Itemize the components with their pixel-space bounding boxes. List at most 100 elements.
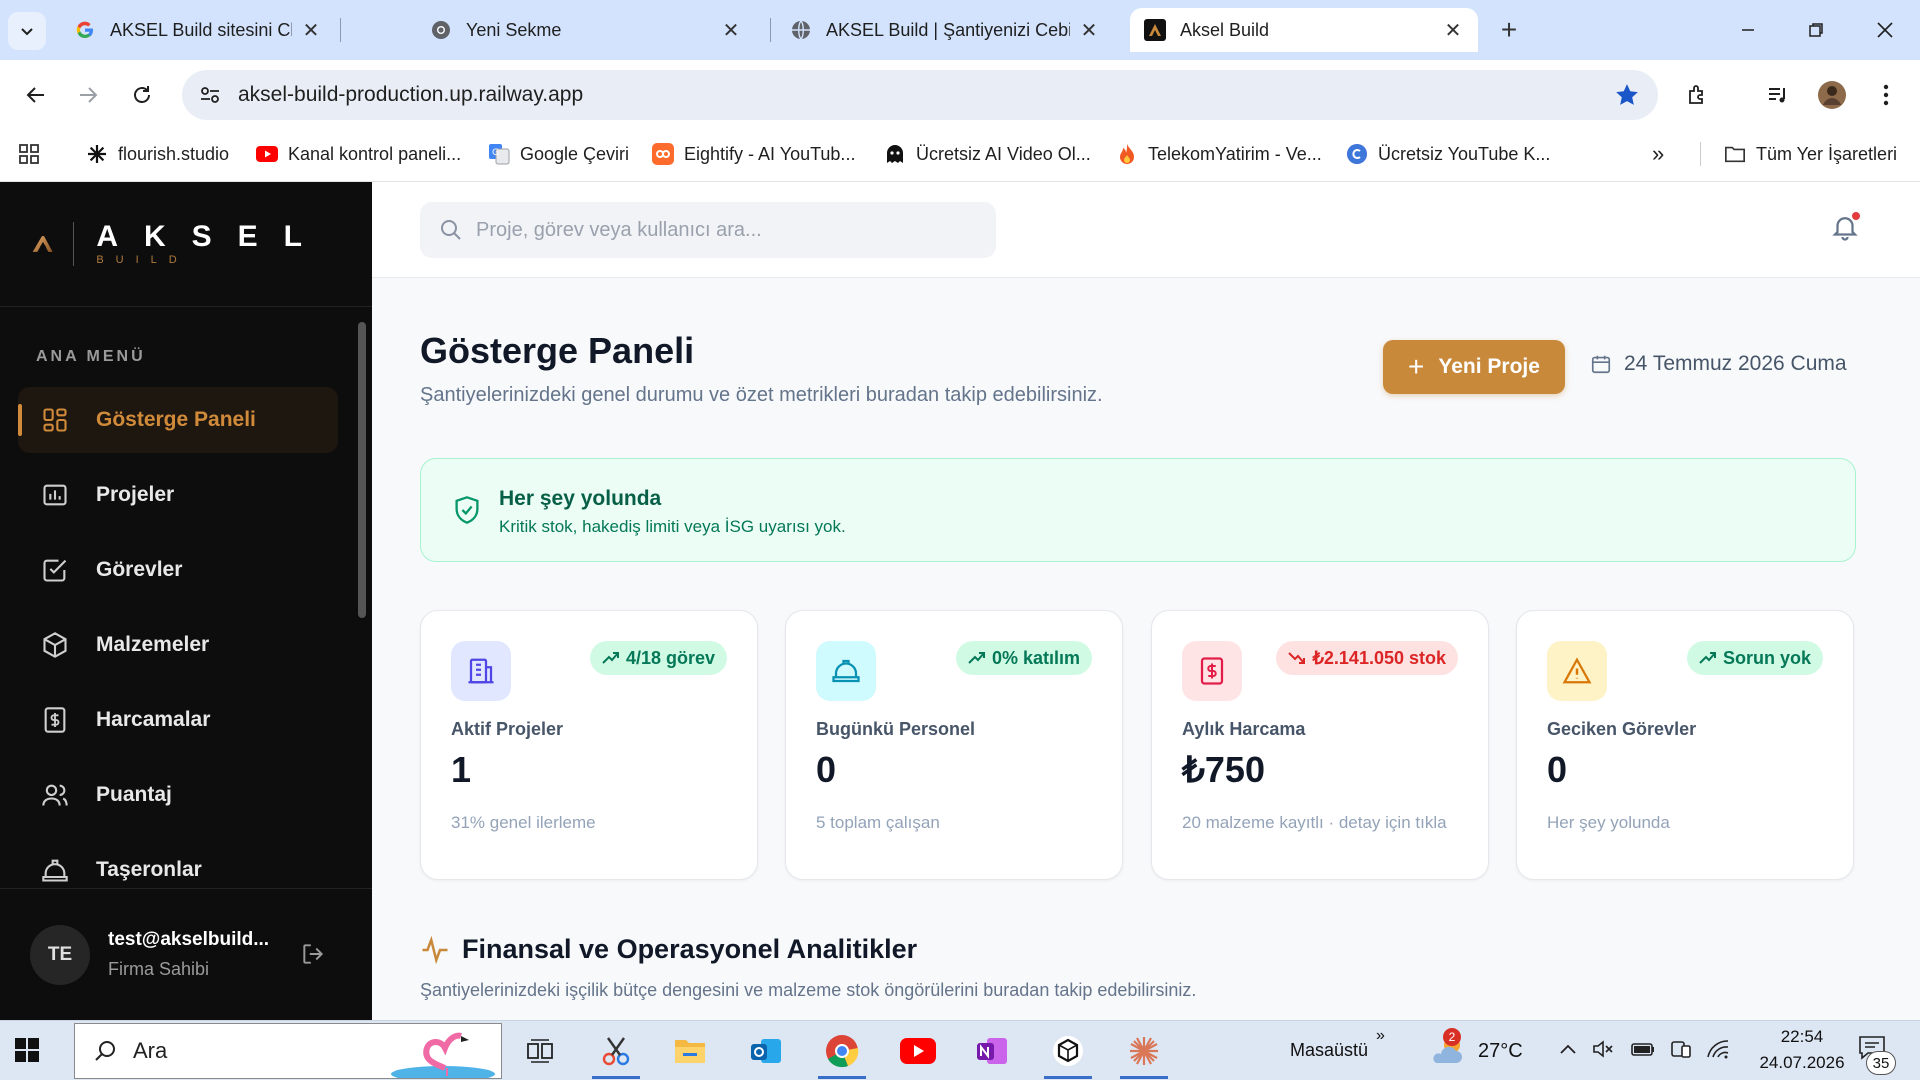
url-text: aksel-build-production.up.railway.app — [238, 83, 584, 106]
scissors-icon — [602, 1037, 630, 1066]
bookmark-label: Kanal kontrol paneli... — [288, 143, 462, 164]
taskbar-app-chatgpt[interactable] — [1042, 1029, 1094, 1079]
sidebar-item-projects[interactable]: Projeler — [18, 462, 338, 528]
apps-button[interactable] — [18, 140, 40, 168]
taskbar-app-chrome[interactable] — [816, 1029, 868, 1079]
avatar[interactable]: TE — [30, 925, 90, 985]
clock-date[interactable]: 24.07.2026 — [1742, 1053, 1862, 1073]
aksel-logo[interactable]: AKSEL BUILD — [32, 218, 328, 270]
extensions-button[interactable] — [1678, 75, 1718, 115]
windows-taskbar: Ara Masaüstü » 2 27°C 22:54 24.07.2026 3… — [0, 1020, 1920, 1080]
stat-label: Geciken Görevler — [1547, 719, 1697, 739]
restore-button[interactable] — [1793, 12, 1839, 48]
bookmark-item[interactable]: Ücretsiz YouTube K... — [1346, 140, 1550, 168]
stat-card-today-personnel[interactable]: 0% katılım Bugünkü Personel 0 5 toplam ç… — [785, 610, 1123, 880]
sidebar-item-materials[interactable]: Malzemeler — [18, 612, 338, 678]
globe-icon — [790, 19, 812, 41]
browser-tab[interactable]: AKSEL Build sitesini Chrome'da ✕ — [60, 8, 336, 52]
back-button[interactable] — [16, 75, 56, 115]
sidebar-item-label: Taşeronlar — [96, 858, 202, 881]
bookmark-item[interactable]: Ücretsiz AI Video Ol... — [884, 140, 1091, 168]
taskbar-app-onenote[interactable] — [966, 1029, 1018, 1073]
search-box[interactable] — [420, 202, 996, 258]
browser-tab[interactable]: Yeni Sekme ✕ — [416, 8, 756, 52]
taskbar-app-claude[interactable] — [1118, 1029, 1170, 1079]
trend-up-icon — [602, 652, 619, 664]
stat-card-monthly-expense[interactable]: ₺2.141.050 stok Aylık Harcama ₺750 20 ma… — [1151, 610, 1489, 880]
svg-text:G: G — [492, 148, 499, 158]
all-bookmarks-button[interactable]: Tüm Yer İşaretleri — [1724, 140, 1897, 168]
toolbar-expand-icon[interactable]: » — [1376, 1027, 1385, 1045]
taskbar-app-explorer[interactable] — [664, 1029, 716, 1073]
profile-button[interactable] — [1812, 75, 1852, 115]
activity-icon — [422, 935, 448, 964]
date-text: 24 Temmuz 2026 Cuma — [1624, 352, 1847, 375]
bookmark-label: Tüm Yer İşaretleri — [1756, 143, 1898, 164]
apps-grid-icon — [19, 144, 39, 164]
taskbar-task-view[interactable] — [514, 1029, 566, 1073]
site-info-icon[interactable] — [198, 83, 222, 107]
browser-tab[interactable]: AKSEL Build | Şantiyenizi Cebinize ✕ — [776, 8, 1114, 52]
browser-tab-active[interactable]: Aksel Build ✕ — [1130, 8, 1478, 52]
analytics-section-title: Finansal ve Operasyonel Analitikler — [420, 934, 917, 965]
stat-value: 0 — [816, 749, 837, 790]
new-tab-button[interactable]: + — [1493, 14, 1525, 46]
chevron-up-icon[interactable] — [1558, 1039, 1578, 1059]
search-icon — [441, 220, 461, 240]
eightify-icon — [652, 143, 674, 165]
speaker-muted-icon[interactable] — [1592, 1039, 1614, 1059]
search-input[interactable] — [476, 218, 976, 242]
reload-button[interactable] — [122, 75, 162, 115]
close-icon[interactable]: ✕ — [1442, 19, 1464, 42]
minimize-button[interactable] — [1725, 12, 1771, 48]
taskbar-search[interactable]: Ara — [74, 1023, 502, 1079]
sidebar-item-expenses[interactable]: Harcamalar — [18, 687, 338, 753]
address-bar[interactable]: aksel-build-production.up.railway.app — [182, 70, 1658, 120]
stat-note: Her şey yolunda — [1547, 813, 1670, 832]
clock-time[interactable]: 22:54 — [1762, 1027, 1842, 1047]
user-profile: TE test@akselbuild... Firma Sahibi — [0, 888, 372, 1020]
grid-icon — [40, 405, 70, 435]
start-button[interactable] — [14, 1037, 40, 1063]
logout-button[interactable] — [300, 941, 326, 967]
taskbar-app-snipping[interactable] — [590, 1029, 642, 1079]
tab-search-button[interactable] — [8, 12, 46, 50]
bookmark-star-icon[interactable] — [1614, 82, 1640, 108]
bookmark-item[interactable]: G Google Çeviri — [488, 140, 629, 168]
stat-badge-text: 0% katılım — [991, 647, 1080, 668]
bookmark-item[interactable]: Eightify - AI YouTub... — [652, 140, 855, 168]
sidebar-item-attendance[interactable]: Puantaj — [18, 762, 338, 828]
media-controls-button[interactable] — [1758, 75, 1798, 115]
stat-card-delayed-tasks[interactable]: Sorun yok Geciken Görevler 0 Her şey yol… — [1516, 610, 1854, 880]
menu-heading: ANA MENÜ — [36, 348, 146, 365]
new-project-button[interactable]: + Yeni Proje — [1383, 340, 1565, 394]
wifi-icon[interactable] — [1706, 1039, 1730, 1059]
close-window-button[interactable] — [1862, 12, 1908, 48]
stat-card-active-projects[interactable]: 4/18 görev Aktif Projeler 1 31% genel il… — [420, 610, 758, 880]
battery-icon[interactable] — [1630, 1039, 1656, 1059]
analytics-title-text: Finansal ve Operasyonel Analitikler — [462, 934, 918, 964]
close-icon[interactable]: ✕ — [720, 19, 742, 42]
minimize-icon — [1742, 29, 1754, 31]
bookmarks-bar: flourish.studio Kanal kontrol paneli... … — [0, 126, 1920, 182]
taskbar-app-outlook[interactable] — [740, 1029, 792, 1073]
flamingo-illustration-icon — [391, 1032, 495, 1078]
bookmark-item[interactable]: TelekomYatirim - Ve... — [1116, 140, 1322, 168]
forward-button[interactable] — [68, 75, 108, 115]
bookmark-item[interactable]: Kanal kontrol paneli... — [256, 140, 461, 168]
close-icon[interactable]: ✕ — [1078, 19, 1100, 42]
browser-menu-button[interactable] — [1866, 75, 1906, 115]
more-bookmarks-button[interactable]: » — [1652, 140, 1664, 168]
desktop-toolbar-label[interactable]: Masaüstü — [1290, 1040, 1368, 1061]
phone-link-icon[interactable] — [1670, 1039, 1692, 1059]
bookmark-item[interactable]: flourish.studio — [86, 140, 229, 168]
sidebar-scrollbar[interactable] — [358, 322, 366, 618]
folder-icon — [675, 1040, 705, 1063]
search-icon — [95, 1041, 115, 1061]
bookmark-label: TelekomYatirim - Ve... — [1148, 143, 1322, 164]
taskbar-app-youtube[interactable] — [892, 1029, 944, 1073]
sidebar-item-dashboard[interactable]: Gösterge Paneli — [18, 387, 338, 453]
close-icon — [1877, 22, 1893, 38]
sidebar-item-tasks[interactable]: Görevler — [18, 537, 338, 603]
close-icon[interactable]: ✕ — [300, 19, 322, 42]
